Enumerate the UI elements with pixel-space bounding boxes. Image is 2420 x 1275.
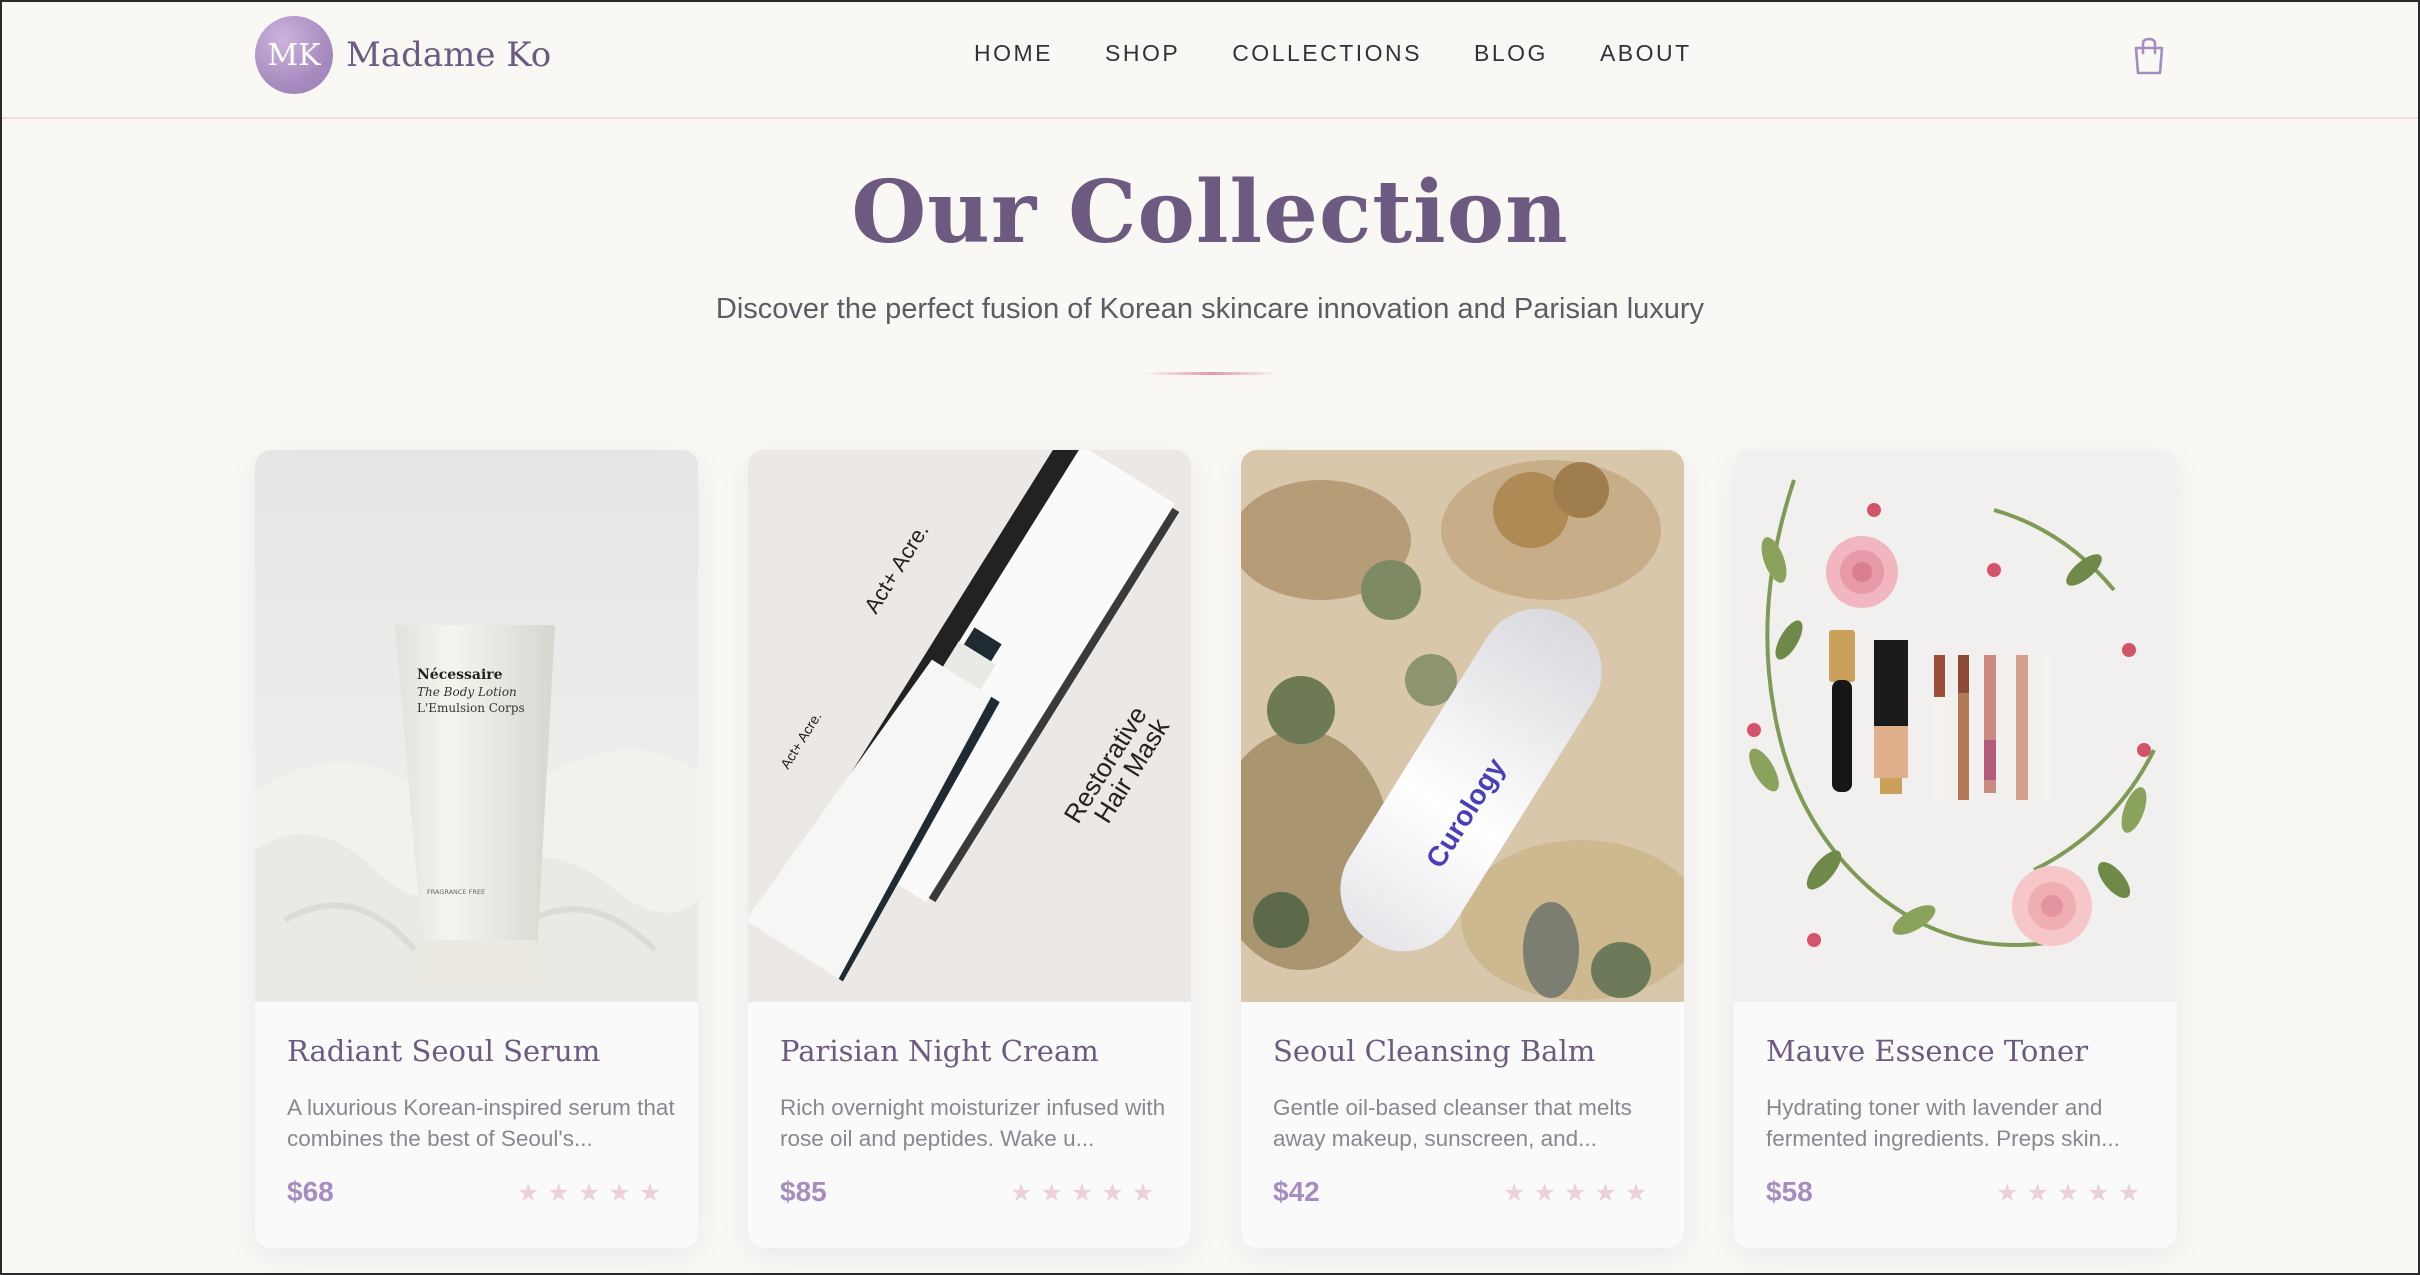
product-description: Hydrating toner with lavender and fermen… [1766, 1095, 2120, 1151]
tube-french-text: L'Emulsion Corps [417, 701, 525, 715]
brand-logo[interactable]: MK Madame Ko [255, 16, 551, 94]
shopping-bag-icon[interactable] [2130, 36, 2168, 76]
star-icon[interactable]: ★ [1101, 1177, 1123, 1209]
product-image: Curology [1241, 450, 1684, 1002]
nav-collections[interactable]: COLLECTIONS [1232, 40, 1422, 67]
product-name[interactable]: Parisian Night Cream [780, 1034, 1099, 1068]
star-icon[interactable]: ★ [1996, 1177, 2018, 1209]
star-icon[interactable]: ★ [1040, 1177, 1062, 1209]
product-image: Nécessaire The Body Lotion L'Emulsion Co… [255, 450, 698, 1002]
title-divider [1144, 372, 1278, 375]
rating-stars[interactable]: ★ ★ ★ ★ ★ [1010, 1177, 1154, 1209]
page-subtitle: Discover the perfect fusion of Korean sk… [715, 293, 1705, 325]
star-icon[interactable]: ★ [1071, 1177, 1093, 1209]
star-icon[interactable]: ★ [639, 1177, 661, 1209]
site-header: MK Madame Ko HOME SHOP COLLECTIONS BLOG … [2, 2, 2418, 119]
product-image [1734, 450, 2177, 1002]
product-card-radiant-seoul-serum[interactable]: Nécessaire The Body Lotion L'Emulsion Co… [255, 450, 698, 1248]
product-price: $68 [287, 1176, 334, 1207]
nav-blog[interactable]: BLOG [1474, 40, 1548, 67]
product-price: $85 [780, 1176, 827, 1207]
product-name[interactable]: Radiant Seoul Serum [287, 1034, 600, 1068]
page-title: Our Collection [851, 162, 1569, 263]
star-icon[interactable]: ★ [2118, 1177, 2140, 1209]
rating-stars[interactable]: ★ ★ ★ ★ ★ [1996, 1177, 2140, 1209]
product-description: Rich overnight moisturizer infused with … [780, 1095, 1166, 1151]
star-icon[interactable]: ★ [2087, 1177, 2109, 1209]
product-name[interactable]: Seoul Cleansing Balm [1273, 1034, 1595, 1068]
product-card-parisian-night-cream[interactable]: Act+ Acre. Restorative Hair Mask Act+ Ac… [748, 450, 1191, 1248]
product-image: Act+ Acre. Restorative Hair Mask Act+ Ac… [748, 450, 1191, 1002]
star-icon[interactable]: ★ [608, 1177, 630, 1209]
product-card-seoul-cleansing-balm[interactable]: Curology Seoul Cleansing Balm Gentle oil… [1241, 450, 1684, 1248]
star-icon[interactable]: ★ [2026, 1177, 2048, 1209]
tube-product-text: The Body Lotion [417, 685, 517, 699]
star-icon[interactable]: ★ [1533, 1177, 1555, 1209]
star-icon[interactable]: ★ [1564, 1177, 1586, 1209]
star-icon[interactable]: ★ [578, 1177, 600, 1209]
star-icon[interactable]: ★ [2057, 1177, 2079, 1209]
tube-brand-text: Nécessaire [417, 667, 503, 683]
star-icon[interactable]: ★ [1503, 1177, 1525, 1209]
rating-stars[interactable]: ★ ★ ★ ★ ★ [517, 1177, 661, 1209]
product-name[interactable]: Mauve Essence Toner [1766, 1034, 2088, 1068]
star-icon[interactable]: ★ [1594, 1177, 1616, 1209]
star-icon[interactable]: ★ [1132, 1177, 1154, 1209]
star-icon[interactable]: ★ [1625, 1177, 1647, 1209]
nav-about[interactable]: ABOUT [1600, 40, 1692, 67]
star-icon[interactable]: ★ [547, 1177, 569, 1209]
product-card-mauve-essence-toner[interactable]: Mauve Essence Toner Hydrating toner with… [1734, 450, 2177, 1248]
rating-stars[interactable]: ★ ★ ★ ★ ★ [1503, 1177, 1647, 1209]
star-icon[interactable]: ★ [1010, 1177, 1032, 1209]
brand-name: Madame Ko [346, 35, 552, 75]
product-price: $58 [1766, 1176, 1813, 1207]
logo-badge: MK [255, 16, 333, 94]
nav-home[interactable]: HOME [974, 40, 1053, 67]
tube-small-text: FRAGRANCE FREE [427, 888, 485, 896]
product-price: $42 [1273, 1176, 1320, 1207]
main-nav: HOME SHOP COLLECTIONS BLOG ABOUT [974, 40, 1692, 67]
product-description: Gentle oil-based cleanser that melts awa… [1273, 1095, 1632, 1151]
nav-shop[interactable]: SHOP [1105, 40, 1180, 67]
star-icon[interactable]: ★ [517, 1177, 539, 1209]
product-description: A luxurious Korean-inspired serum that c… [287, 1095, 675, 1151]
